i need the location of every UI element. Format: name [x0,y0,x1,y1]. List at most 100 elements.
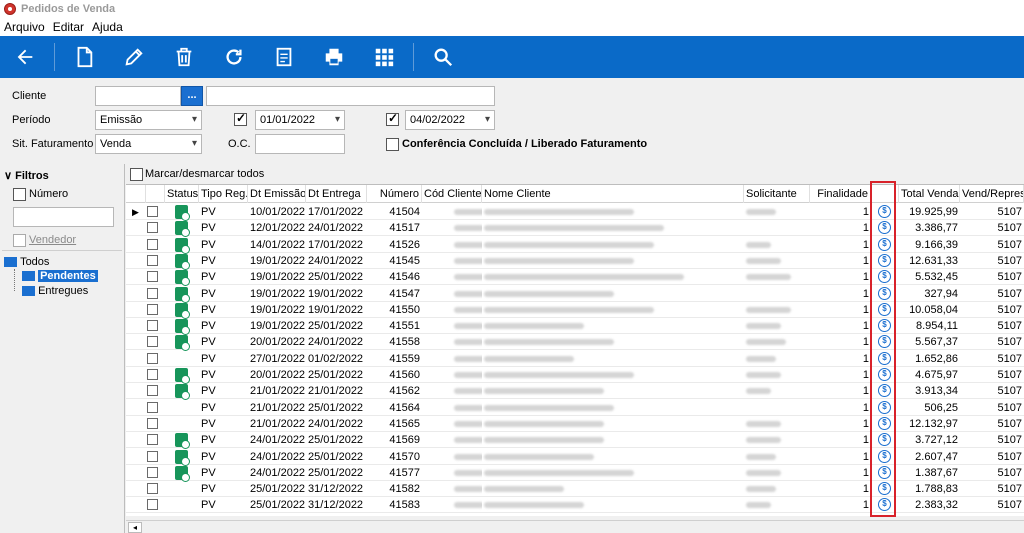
sit-faturamento-select[interactable]: Venda [95,134,202,154]
row-checkbox[interactable] [147,206,158,217]
row-checkbox[interactable] [147,222,158,234]
numero-checkbox[interactable] [13,188,26,201]
cell-vend-repres: 5107 [997,369,1022,381]
row-checkbox[interactable] [147,287,158,299]
cell-entrega: 17/01/2022 [308,206,364,218]
oc-field[interactable] [255,134,345,154]
cell-finalidade: 1 [862,287,869,300]
cell-tipo: PV [201,222,216,235]
date-from-checkbox[interactable] [234,111,247,126]
cell-tipo: PV [201,320,216,333]
cliente-lookup-button[interactable]: ... [181,86,203,106]
row-checkbox[interactable] [147,369,158,380]
highlight-box [870,181,896,517]
periodo-label: Período [12,114,51,126]
status-done-icon [175,433,190,450]
cliente-code-field[interactable] [95,86,181,106]
row-checkbox[interactable] [147,271,158,283]
row-checkbox[interactable] [147,401,158,413]
filtros-header[interactable]: ∨ Filtros [4,169,49,182]
row-checkbox[interactable] [147,336,158,348]
menu-ajuda[interactable]: Ajuda [92,20,123,34]
col-nome-cliente[interactable]: Nome Cliente [482,185,744,203]
back-button[interactable] [0,36,50,78]
oc-label: O.C. [228,138,251,150]
refresh-icon [226,49,242,65]
cell-cod-cliente [452,351,482,367]
row-checkbox[interactable] [147,499,158,511]
row-checkbox[interactable] [147,466,158,478]
row-checkbox[interactable] [147,417,158,429]
cliente-name-field[interactable] [206,86,495,106]
col-solicitante[interactable]: Solicitante [744,185,810,203]
cell-nome-cliente [482,204,744,220]
tree-todos[interactable]: Todos [4,256,49,268]
conferencia-checkbox[interactable] [386,138,399,151]
cell-emissao: 24/01/2022 [250,466,306,479]
status-done-icon [175,237,190,254]
vendedor-link[interactable]: Vendedor [29,234,76,246]
tree-entregues[interactable]: Entregues [22,285,88,297]
cell-vend-repres: 5107 [997,417,1022,430]
status-done-icon [175,449,190,466]
col-dt-emissao[interactable]: Dt Emissão [248,185,306,203]
cell-finalidade: 1 [862,499,869,512]
new-button[interactable] [59,36,109,78]
cell-entrega: 24/01/2022 [308,417,364,430]
select-all-checkbox[interactable] [130,168,143,181]
cell-solicitante [744,416,810,432]
periodo-select[interactable]: Emissão [95,110,202,130]
col-numero[interactable]: Número [367,185,422,203]
report-button[interactable] [259,36,309,78]
cell-total-venda: 2.383,32 [915,499,958,512]
toolbar [0,36,1024,78]
row-checkbox[interactable] [147,434,158,446]
col-finalidade[interactable]: Finalidade [810,185,871,203]
date-to-checkbox[interactable] [386,111,399,126]
row-checkbox[interactable] [147,303,158,315]
row-checkbox[interactable] [147,238,158,250]
row-checkbox[interactable] [147,450,158,462]
edit-button[interactable] [109,36,159,78]
horizontal-scrollbar[interactable]: ◂ [126,520,1024,533]
print-button[interactable] [309,36,359,78]
cell-nome-cliente [482,432,744,448]
cell-cod-cliente [452,497,482,513]
col-dt-entrega[interactable]: Dt Entrega [306,185,367,203]
cell-emissao: 19/01/2022 [250,287,306,300]
vendedor-checkbox[interactable] [13,234,26,247]
cell-numero: 41526 [389,238,420,251]
apps-button[interactable] [359,36,409,78]
numero-field[interactable] [13,207,114,227]
row-checkbox[interactable] [147,320,158,332]
folder-icon [22,286,35,297]
refresh-button[interactable] [209,36,259,78]
row-checkbox[interactable] [147,254,158,266]
cell-finalidade: 1 [862,222,869,235]
col-status[interactable]: Status [165,185,199,203]
cell-total-venda: 5.532,45 [915,271,958,284]
tree-pendentes[interactable]: Pendentes [22,270,98,283]
cell-solicitante [744,432,810,448]
row-checkbox[interactable] [147,483,158,495]
cell-cod-cliente [452,220,482,236]
select-all-label[interactable]: Marcar/desmarcar todos [145,168,264,180]
row-checkbox[interactable] [147,385,158,397]
cell-total-venda: 3.913,34 [915,385,958,398]
menu-arquivo[interactable]: Arquivo [4,20,45,34]
col-vend-repres[interactable]: Vend/Repres [960,185,1024,203]
conferencia-label[interactable]: Conferência Concluída / Liberado Faturam… [402,138,647,150]
col-cod-cliente[interactable]: Cód Cliente [422,185,482,203]
scroll-left-icon[interactable]: ◂ [128,522,142,533]
date-from-picker[interactable]: 01/01/2022 [255,110,345,130]
cell-tipo: PV [201,287,216,300]
search-button[interactable] [418,36,468,78]
delete-button[interactable] [159,36,209,78]
status-done-icon [175,465,190,482]
row-checkbox[interactable] [147,352,158,364]
date-to-picker[interactable]: 04/02/2022 [405,110,495,130]
col-tipo-reg[interactable]: Tipo Reg. [199,185,248,203]
col-total-venda[interactable]: Total Venda [899,185,960,203]
menu-editar[interactable]: Editar [53,20,84,34]
edit-pencil-icon [125,48,143,66]
